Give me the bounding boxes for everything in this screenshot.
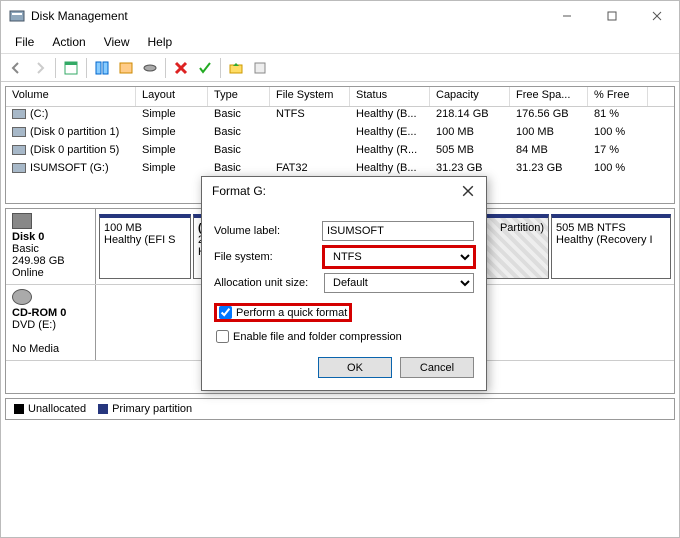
file-system-select[interactable]: NTFS [324,247,474,267]
toolbar [1,54,679,82]
cdrom-label: CD-ROM 0 [12,307,66,319]
col-free[interactable]: Free Spa... [510,87,588,106]
cdrom-type: DVD (E:) [12,319,56,331]
legend-primary: Primary partition [98,403,192,415]
quick-format-label: Perform a quick format [236,307,347,319]
allocation-size-select[interactable]: Default [324,273,474,293]
compression-checkbox[interactable] [216,330,229,343]
col-type[interactable]: Type [208,87,270,106]
cancel-button[interactable]: Cancel [400,357,474,378]
disk-size: 249.98 GB [12,255,65,267]
disk-type: Basic [12,243,39,255]
table-row[interactable]: (Disk 0 partition 5)SimpleBasicHealthy (… [6,143,674,161]
disk-icon [12,213,32,229]
app-icon [9,8,25,24]
cdrom-icon [12,289,32,305]
menu-file[interactable]: File [7,33,42,51]
disk-icon[interactable] [249,57,271,79]
titlebar: Disk Management [1,1,679,31]
check-icon[interactable] [194,57,216,79]
allocation-size-label: Allocation unit size: [214,277,324,289]
dialog-title: Format G: [212,184,266,198]
legend: Unallocated Primary partition [5,398,675,420]
folder-up-icon[interactable] [225,57,247,79]
partition[interactable]: 505 MB NTFS Healthy (Recovery I [551,214,671,279]
ok-button[interactable]: OK [318,357,392,378]
delete-icon[interactable] [170,57,192,79]
col-fs[interactable]: File System [270,87,350,106]
forward-button[interactable] [29,57,51,79]
refresh-icon[interactable] [91,57,113,79]
volume-label-label: Volume label: [214,225,322,237]
compression-label: Enable file and folder compression [233,331,402,343]
views-button[interactable] [60,57,82,79]
back-button[interactable] [5,57,27,79]
volume-label-input[interactable] [322,221,474,241]
table-row[interactable]: (C:)SimpleBasicNTFSHealthy (B...218.14 G… [6,107,674,125]
menu-action[interactable]: Action [44,33,93,51]
dialog-close-button[interactable] [456,179,480,203]
col-status[interactable]: Status [350,87,430,106]
format-dialog: Format G: Volume label: File system: NTF… [201,176,487,391]
settings-icon[interactable] [115,57,137,79]
disk-info: CD-ROM 0 DVD (E:) No Media [6,285,96,360]
legend-unallocated: Unallocated [14,403,86,415]
menu-help[interactable]: Help [140,33,181,51]
col-layout[interactable]: Layout [136,87,208,106]
quick-format-checkbox[interactable] [219,306,232,319]
table-row[interactable]: (Disk 0 partition 1)SimpleBasicHealthy (… [6,125,674,143]
disk-status: Online [12,267,44,279]
column-headers[interactable]: Volume Layout Type File System Status Ca… [6,87,674,107]
menu-view[interactable]: View [96,33,138,51]
close-button[interactable] [634,1,679,31]
partition[interactable]: 100 MB Healthy (EFI S [99,214,191,279]
col-pct[interactable]: % Free [588,87,648,106]
menubar: File Action View Help [1,31,679,54]
window-title: Disk Management [31,9,544,23]
maximize-button[interactable] [589,1,634,31]
disk-info: Disk 0 Basic 249.98 GB Online [6,209,96,284]
disk-label: Disk 0 [12,231,44,243]
col-capacity[interactable]: Capacity [430,87,510,106]
cdrom-status: No Media [12,343,59,355]
eject-icon[interactable] [139,57,161,79]
col-volume[interactable]: Volume [6,87,136,106]
minimize-button[interactable] [544,1,589,31]
file-system-label: File system: [214,251,324,263]
